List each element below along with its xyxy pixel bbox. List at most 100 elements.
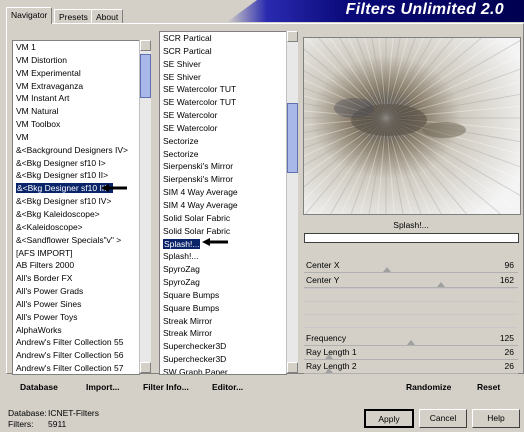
list-item[interactable]: Splash!... bbox=[160, 250, 286, 263]
list-item[interactable]: &<Bkg Designer sf10 IV> bbox=[13, 195, 139, 208]
import-button[interactable]: Import... bbox=[86, 382, 120, 392]
scroll-up-button[interactable] bbox=[287, 31, 298, 42]
param-slider-knob[interactable] bbox=[437, 282, 446, 287]
list-item[interactable]: &<Bkg Designer sf10 II> bbox=[13, 169, 139, 182]
list-item[interactable]: VM 1 bbox=[13, 41, 139, 54]
category-list[interactable]: VM 1 VM Distortion VM Experimental VM Extra… bbox=[12, 40, 140, 375]
param-slider-knob[interactable] bbox=[382, 267, 391, 272]
scroll-down-button[interactable] bbox=[140, 362, 151, 373]
list-item[interactable]: SE Watercolor bbox=[160, 109, 286, 122]
apply-button[interactable]: Apply bbox=[364, 409, 414, 428]
list-item-label: SpyroZag bbox=[163, 277, 200, 288]
filter-preview bbox=[303, 37, 521, 215]
list-item[interactable]: Square Bumps bbox=[160, 289, 286, 302]
list-item[interactable]: AB Filters 2000 bbox=[13, 259, 139, 272]
list-item[interactable]: SE Watercolor bbox=[160, 122, 286, 135]
list-item[interactable]: [AFS IMPORT] bbox=[13, 247, 139, 260]
reset-button[interactable]: Reset bbox=[477, 382, 500, 392]
list-item[interactable]: VM Natural bbox=[13, 105, 139, 118]
list-item[interactable]: SCR Partical bbox=[160, 32, 286, 45]
editor-button[interactable]: Editor... bbox=[212, 382, 243, 392]
list-item[interactable]: Streak Mirror bbox=[160, 327, 286, 340]
list-item[interactable]: VM Extravaganza bbox=[13, 80, 139, 93]
param-slider-track[interactable] bbox=[304, 345, 518, 346]
param-label: Center X bbox=[306, 260, 340, 270]
scroll-down-button[interactable] bbox=[287, 362, 298, 373]
param-row[interactable]: Ray Length 1 26 bbox=[304, 347, 518, 359]
param-slider-track[interactable] bbox=[304, 359, 518, 360]
param-slider-track[interactable] bbox=[304, 373, 518, 374]
filter-scrollbar[interactable] bbox=[286, 31, 298, 373]
list-item[interactable]: Sectorize bbox=[160, 135, 286, 148]
list-item[interactable]: Square Bumps bbox=[160, 302, 286, 315]
scroll-up-button[interactable] bbox=[140, 40, 151, 51]
param-slider-track[interactable] bbox=[304, 272, 518, 273]
list-item[interactable]: SE Shiver bbox=[160, 71, 286, 84]
list-item[interactable]: &<Bkg Kaleidoscope> bbox=[13, 208, 139, 221]
list-item-label: VM Toolbox bbox=[16, 119, 61, 130]
list-item[interactable]: VM Experimental bbox=[13, 67, 139, 80]
list-item-label: &<Bkg Designer sf10 IV> bbox=[16, 196, 112, 207]
list-item[interactable]: All's Border FX bbox=[13, 272, 139, 285]
randomize-button[interactable]: Randomize bbox=[406, 382, 451, 392]
list-item-label: All's Border FX bbox=[16, 273, 73, 284]
list-item[interactable]: &<Sandflower Specials"v" > bbox=[13, 234, 139, 247]
list-item[interactable]: SE Watercolor TUT bbox=[160, 96, 286, 109]
scroll-thumb[interactable] bbox=[140, 54, 151, 98]
list-item[interactable]: SW Graph Paper bbox=[160, 366, 286, 374]
param-row[interactable]: Center Y 162 bbox=[304, 275, 518, 287]
list-item-label: AB Filters 2000 bbox=[16, 260, 75, 271]
list-item[interactable]: Superchecker3D bbox=[160, 353, 286, 366]
list-item[interactable]: Streak Mirror bbox=[160, 315, 286, 328]
list-item[interactable]: &<Bkg Designer sf10 I> bbox=[13, 157, 139, 170]
param-slider-knob[interactable] bbox=[406, 340, 415, 345]
list-item[interactable]: Solid Solar Fabric bbox=[160, 212, 286, 225]
param-slider-track[interactable] bbox=[304, 287, 518, 288]
param-row[interactable]: Ray Length 2 26 bbox=[304, 361, 518, 373]
progress-bar bbox=[304, 233, 519, 243]
tab-navigator[interactable]: Navigator bbox=[6, 7, 53, 24]
arrow-left-icon bbox=[101, 184, 127, 192]
list-item[interactable]: Sierpenski's Mirror bbox=[160, 173, 286, 186]
scroll-thumb[interactable] bbox=[287, 103, 298, 173]
help-button[interactable]: Help bbox=[472, 409, 520, 428]
list-item[interactable]: Superchecker3D bbox=[160, 340, 286, 353]
list-item-label: &<Kaleidoscope> bbox=[16, 221, 83, 232]
list-item[interactable]: All's Power Sines bbox=[13, 298, 139, 311]
list-item[interactable]: All's Power Toys bbox=[13, 311, 139, 324]
tab-presets[interactable]: Presets bbox=[54, 9, 93, 24]
list-item-label: &<Bkg Designer sf10 II> bbox=[16, 170, 109, 181]
list-item[interactable]: VM Toolbox bbox=[13, 118, 139, 131]
list-item[interactable]: &<Kaleidoscope> bbox=[13, 221, 139, 234]
filter-info-button[interactable]: Filter Info... bbox=[143, 382, 189, 392]
list-item[interactable]: SIM 4 Way Average bbox=[160, 186, 286, 199]
list-item[interactable]: Andrew's Filter Collection 55 bbox=[13, 336, 139, 349]
filter-list[interactable]: SCR Partical SCR Partical SE Shiver SE Shiv… bbox=[159, 31, 287, 375]
list-item[interactable]: VM Distortion bbox=[13, 54, 139, 67]
list-item[interactable]: Sectorize bbox=[160, 148, 286, 161]
list-item[interactable]: SIM 4 Way Average bbox=[160, 199, 286, 212]
list-item[interactable]: &<Background Designers IV> bbox=[13, 144, 139, 157]
list-item[interactable]: SpyroZag bbox=[160, 276, 286, 289]
param-slider-knob[interactable] bbox=[325, 368, 333, 373]
category-scrollbar[interactable] bbox=[139, 40, 151, 373]
list-item[interactable]: All's Power Grads bbox=[13, 285, 139, 298]
list-item[interactable]: VM Instant Art bbox=[13, 92, 139, 105]
list-item[interactable]: Andrew's Filter Collection 56 bbox=[13, 349, 139, 362]
list-item[interactable]: SE Shiver bbox=[160, 58, 286, 71]
list-item[interactable]: Sierpenski's Mirror bbox=[160, 160, 286, 173]
list-item[interactable]: SCR Partical bbox=[160, 45, 286, 58]
param-slider-knob[interactable] bbox=[325, 354, 333, 359]
param-value: 162 bbox=[499, 275, 514, 285]
list-item[interactable]: VM bbox=[13, 131, 139, 144]
list-item-label: All's Power Toys bbox=[16, 311, 78, 322]
cancel-button[interactable]: Cancel bbox=[419, 409, 467, 428]
list-item[interactable]: Solid Solar Fabric bbox=[160, 225, 286, 238]
list-item[interactable]: Andrew's Filter Collection 57 bbox=[13, 362, 139, 374]
param-row[interactable]: Center X 96 bbox=[304, 260, 518, 272]
database-button[interactable]: Database bbox=[20, 382, 58, 392]
list-item[interactable]: AlphaWorks bbox=[13, 324, 139, 337]
list-item[interactable]: SpyroZag bbox=[160, 263, 286, 276]
tab-about[interactable]: About bbox=[91, 9, 124, 24]
list-item[interactable]: SE Watercolor TUT bbox=[160, 83, 286, 96]
